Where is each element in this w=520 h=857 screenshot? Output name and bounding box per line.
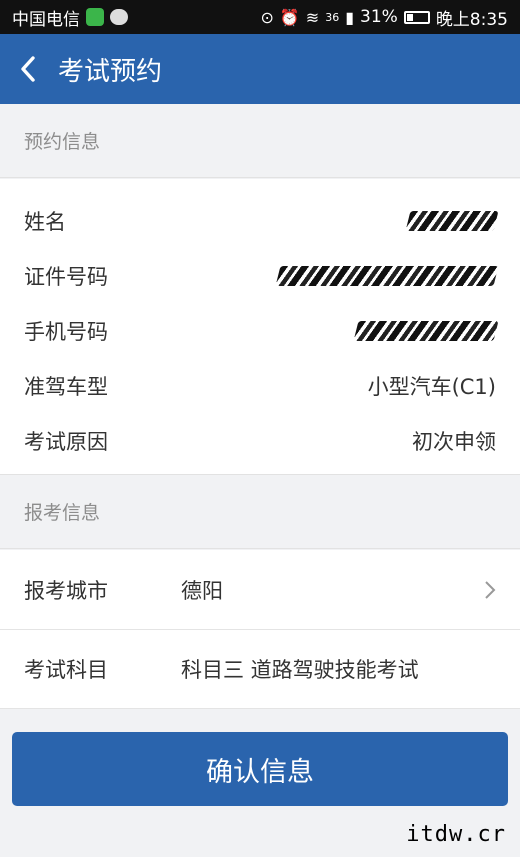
signal-icon: ▮ [345,7,355,27]
exam-subject-label: 考试科目 [24,658,108,682]
row-label: 证件号码 [24,264,108,289]
booking-info-card: 姓名 证件号码 手机号码 准驾车型 小型汽车(C1) 考试原因 初次申领 [0,179,520,475]
clock: 晚上8:35 [435,9,508,30]
row-label: 手机号码 [24,319,108,344]
masked-name-value [405,210,499,231]
battery-percent: 31% [360,7,398,27]
masked-phone-value [353,320,499,341]
chevron-right-icon [485,580,496,599]
section-title: 预约信息 [24,131,101,153]
alarm-icon: ⏰ [279,7,300,27]
back-button[interactable] [0,34,56,104]
exam-info-card: 报考城市 德阳 考试科目 科目三 道路驾驶技能考试 [0,550,520,709]
status-bar: 中国电信 ⊙ ⏰ ≋ 36 ▮ 31% 晚上8:35 [0,0,520,34]
row-label: 准驾车型 [24,374,108,399]
exam-city-row[interactable]: 报考城市 德阳 [0,550,520,630]
app-notification-icon [86,8,104,26]
row-value: 小型汽车(C1) [367,374,496,399]
exam-subject-row: 考试科目 科目三 道路驾驶技能考试 [0,630,520,709]
exam-city-label: 报考城市 [24,578,108,603]
watermark: itdw.cr [406,822,506,847]
info-row-name: 姓名 [0,193,520,248]
info-row-phone: 手机号码 [0,303,520,358]
battery-icon [403,10,430,24]
info-row-license-class: 准驾车型 小型汽车(C1) [0,358,520,413]
info-row-exam-reason: 考试原因 初次申领 [0,413,520,468]
row-label: 姓名 [24,209,66,234]
carrier-name: 中国电信 [12,9,80,30]
exam-city-value: 德阳 [181,578,223,603]
section-title: 报考信息 [24,502,101,524]
message-notification-icon [110,9,128,25]
exam-subject-value: 科目三 道路驾驶技能考试 [181,658,419,682]
row-value: 初次申领 [412,429,496,454]
page-title: 考试预约 [58,56,163,87]
app-header: 考试预约 [0,34,520,104]
masked-id-value [275,265,499,286]
network-type: 36 [325,10,340,24]
booking-info-header: 预约信息 [0,104,520,178]
info-row-id-number: 证件号码 [0,248,520,303]
wifi-icon: ≋ [305,7,320,27]
location-icon: ⊙ [260,7,274,27]
chevron-left-icon [21,56,35,82]
confirm-info-button[interactable]: 确认信息 [12,732,508,806]
exam-info-header: 报考信息 [0,475,520,549]
row-label: 考试原因 [24,429,108,454]
